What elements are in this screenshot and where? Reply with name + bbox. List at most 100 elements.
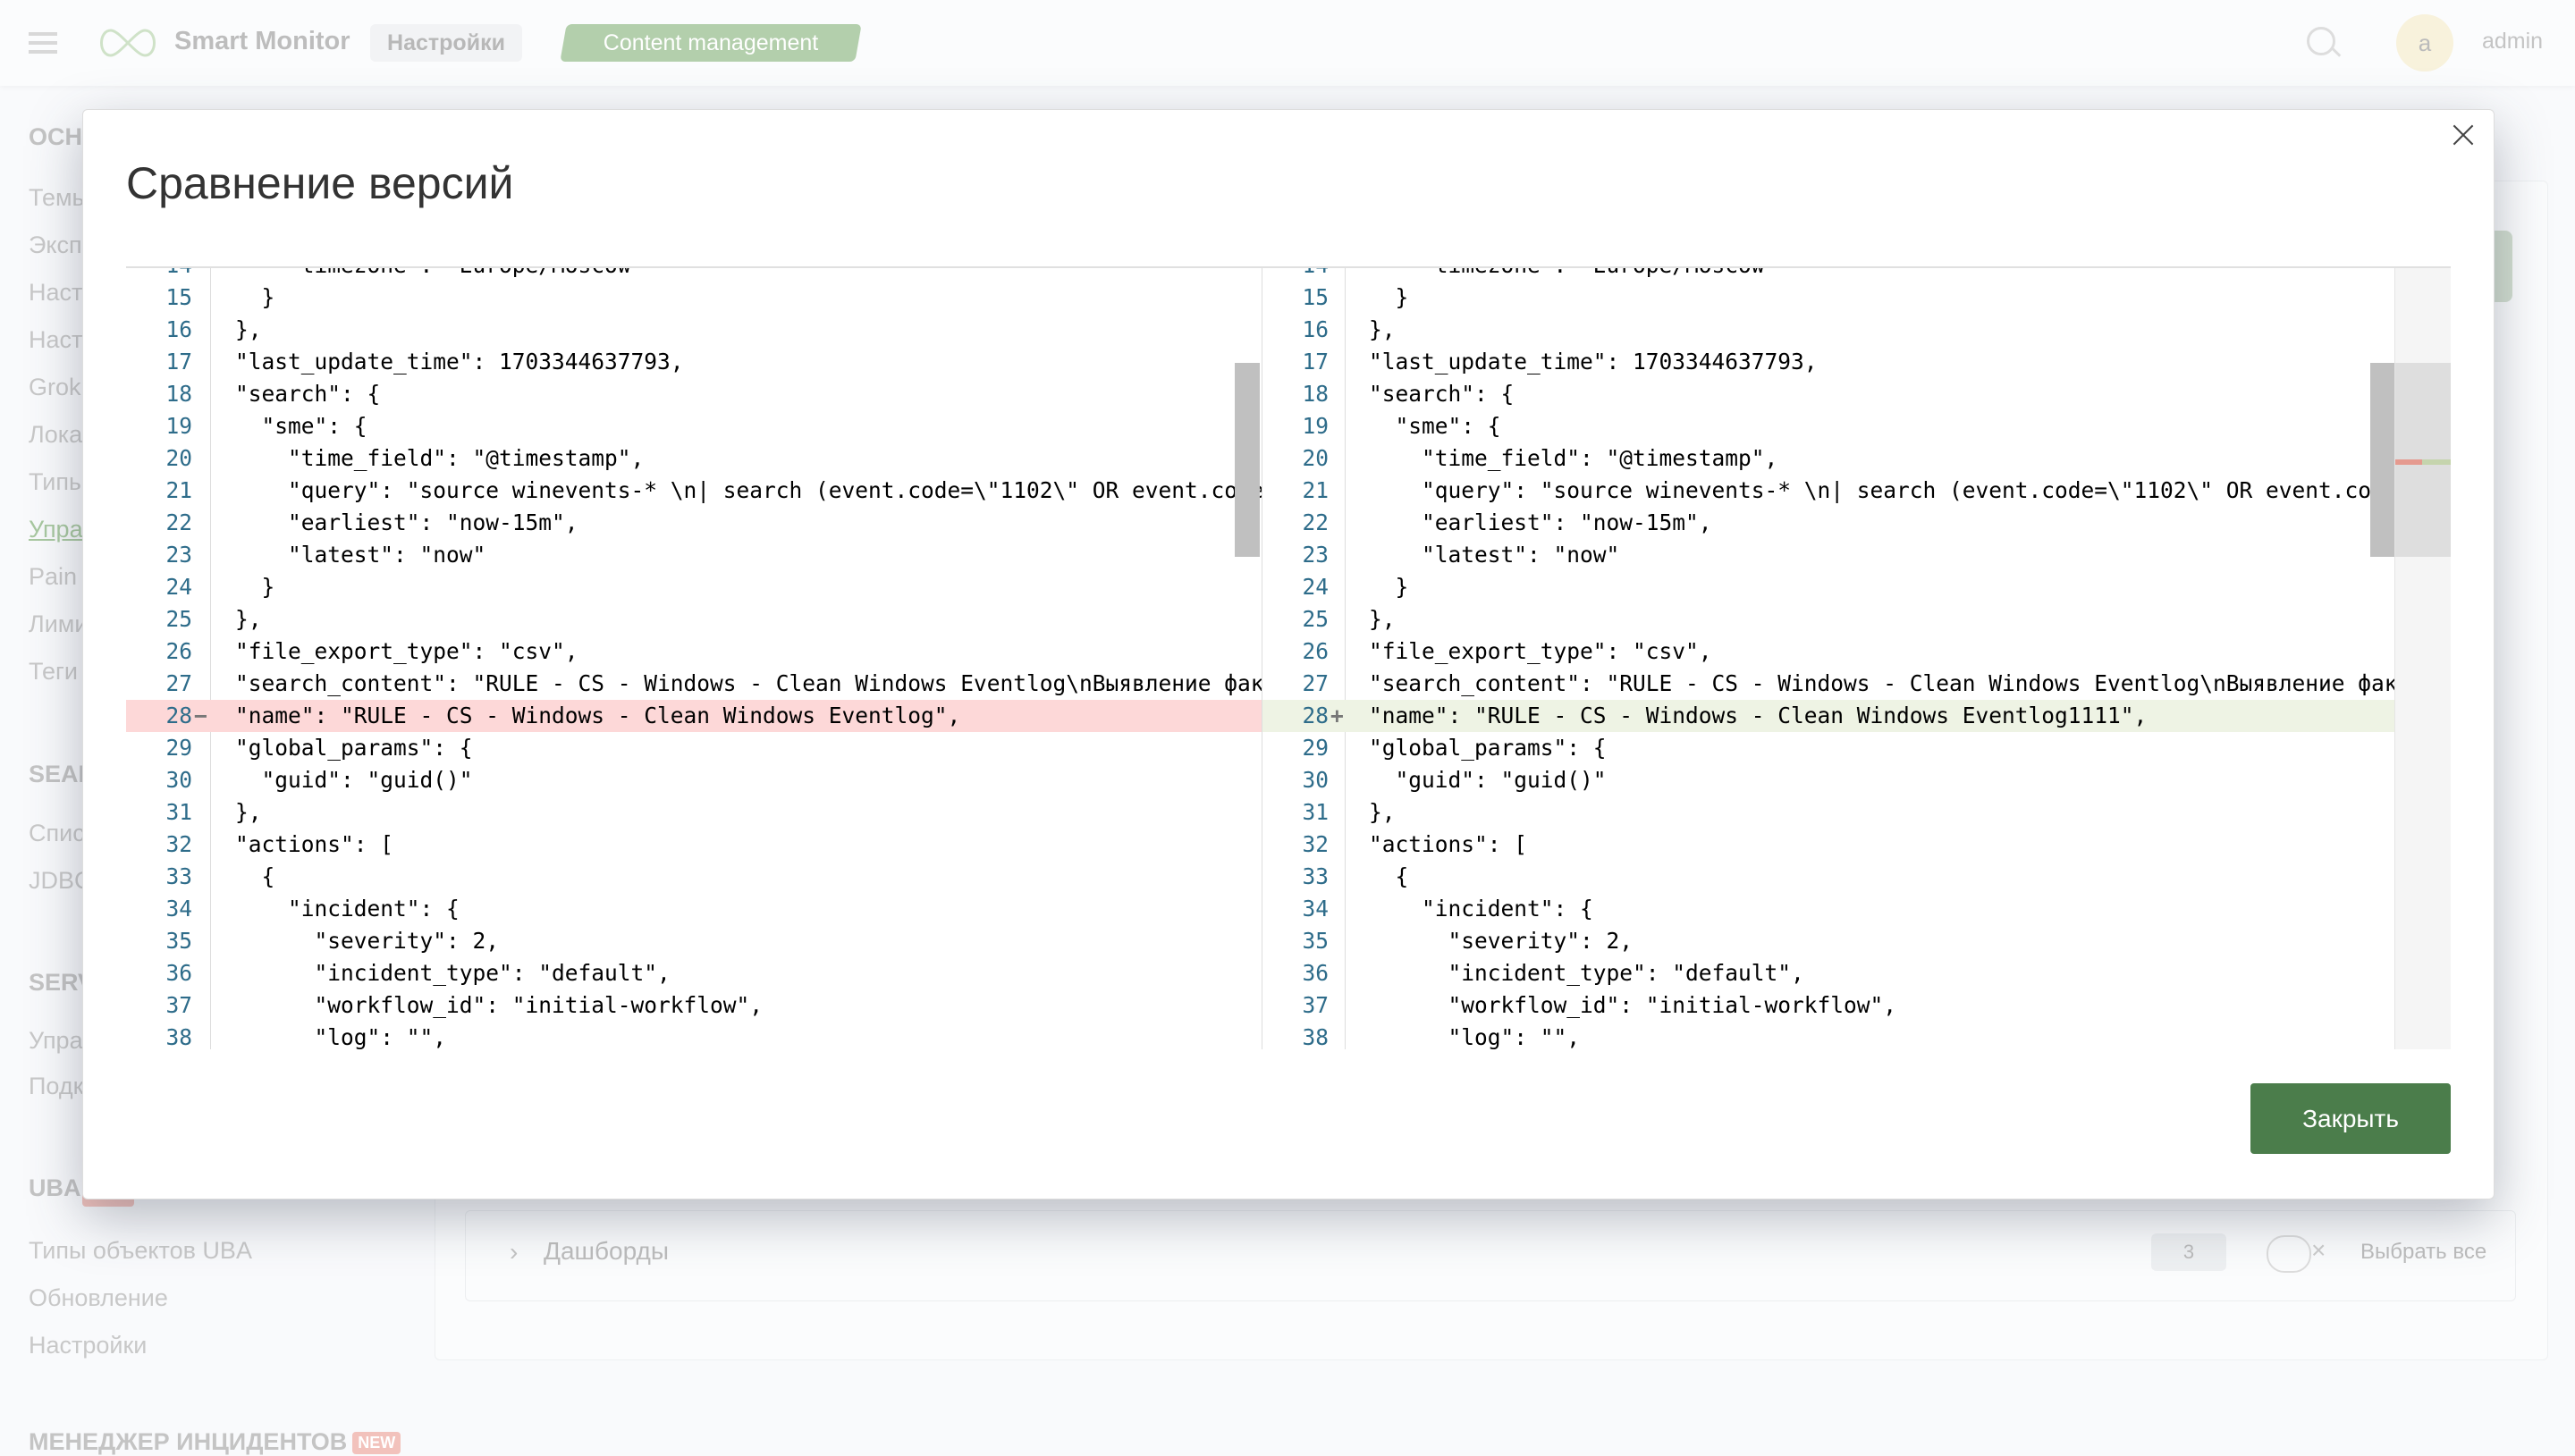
code-line[interactable]: 22 "earliest": "now-15m", — [1262, 507, 2395, 539]
search-icon[interactable] — [2307, 27, 2335, 55]
code-line[interactable]: 33 { — [1262, 861, 2395, 893]
code-line[interactable]: 16}, — [126, 314, 1262, 346]
sidebar-label: Теги — [29, 658, 78, 685]
sidebar-item[interactable]: Наст — [29, 326, 82, 354]
code-line[interactable]: 32 "actions": [ — [126, 829, 1262, 861]
code-line[interactable]: 25}, — [126, 603, 1262, 635]
code-line[interactable]: 26 "file_export_type": "csv", — [1262, 635, 2395, 668]
code-line[interactable]: 34 "incident": { — [1262, 893, 2395, 925]
code-line[interactable]: 25}, — [1262, 603, 2395, 635]
sidebar-item[interactable]: Эксп — [29, 231, 82, 259]
code-line[interactable]: 35 "severity": 2, — [1262, 925, 2395, 957]
code-line[interactable]: 14 "timezone": "Europe/Moscow" — [126, 268, 1262, 282]
sidebar-item[interactable]: Pain — [29, 563, 77, 591]
code-line[interactable]: 31}, — [126, 796, 1262, 829]
code-line[interactable]: 15 } — [126, 282, 1262, 314]
sidebar-item[interactable]: Обновление — [29, 1284, 168, 1312]
code-line[interactable]: 36 "incident_type": "default", — [1262, 957, 2395, 989]
tab-settings[interactable]: Настройки — [370, 24, 522, 62]
code-text: "actions": [ — [235, 831, 394, 857]
code-text: "time_field": "@timestamp", — [235, 445, 645, 471]
dashboards-label: Дашборды — [544, 1237, 669, 1265]
code-line[interactable]: 15 } — [1262, 282, 2395, 314]
sidebar-item[interactable]: Grok — [29, 374, 81, 401]
code-text: "global_params": { — [235, 735, 473, 761]
code-line[interactable]: 38 "log": "", — [126, 1022, 1262, 1049]
code-line[interactable]: 36 "incident_type": "default", — [126, 957, 1262, 989]
line-number: 29 — [1302, 735, 1329, 761]
sidebar-item[interactable]: Подк — [29, 1073, 83, 1100]
code-line[interactable]: 21 "query": "source winevents-* \n| sear… — [1262, 475, 2395, 507]
user-name[interactable]: admin — [2482, 29, 2543, 55]
select-all-label[interactable]: Выбрать все — [2360, 1240, 2486, 1265]
line-number: 17 — [1302, 349, 1329, 375]
code-line[interactable]: 21 "query": "source winevents-* \n| sear… — [126, 475, 1262, 507]
sidebar-item[interactable]: Типы — [29, 468, 86, 496]
code-line[interactable]: 17 "last_update_time": 1703344637793, — [1262, 346, 2395, 378]
line-number: 22 — [1302, 509, 1329, 535]
sidebar-item[interactable]: Наст — [29, 279, 82, 307]
code-line[interactable]: 29 "global_params": { — [126, 732, 1262, 764]
code-line[interactable]: 18 "search": { — [126, 378, 1262, 410]
code-line[interactable]: 20 "time_field": "@timestamp", — [1262, 442, 2395, 475]
code-line[interactable]: 35 "severity": 2, — [126, 925, 1262, 957]
tab-content-management[interactable]: Content management — [560, 24, 862, 62]
close-button[interactable]: Закрыть — [2250, 1083, 2451, 1154]
code-line[interactable]: 23 "latest": "now" — [126, 539, 1262, 571]
code-line[interactable]: 23 "latest": "now" — [1262, 539, 2395, 571]
left-scrollbar[interactable] — [1235, 363, 1260, 557]
code-line[interactable]: 34 "incident": { — [126, 893, 1262, 925]
sidebar-label: Grok — [29, 374, 81, 400]
sidebar-item[interactable]: Лими — [29, 610, 88, 638]
deleted-line[interactable]: 28− "name": "RULE - CS - Windows - Clean … — [126, 700, 1262, 732]
sidebar-item[interactable]: Типы объектов UBA — [29, 1237, 252, 1265]
select-all-toggle[interactable] — [2267, 1235, 2311, 1273]
code-line[interactable]: 24 } — [126, 571, 1262, 603]
code-line[interactable]: 19 "sme": { — [126, 410, 1262, 442]
diff-editor: 14 "timezone": "Europe/Moscow"15 }16},17… — [126, 266, 2451, 1049]
code-line[interactable]: 20 "time_field": "@timestamp", — [126, 442, 1262, 475]
code-line[interactable]: 17 "last_update_time": 1703344637793, — [126, 346, 1262, 378]
code-line[interactable]: 30 "guid": "guid()" — [126, 764, 1262, 796]
sidebar-item[interactable]: Лока — [29, 421, 82, 449]
code-line[interactable]: 31}, — [1262, 796, 2395, 829]
code-line[interactable]: 33 { — [126, 861, 1262, 893]
sidebar-item[interactable]: Теги — [29, 658, 78, 686]
menu-icon[interactable] — [29, 32, 57, 54]
sidebar-item[interactable]: Упра — [29, 516, 83, 543]
code-line[interactable]: 27 "search_content": "RULE - CS - Windows… — [1262, 668, 2395, 700]
code-line[interactable]: 26 "file_export_type": "csv", — [126, 635, 1262, 668]
inserted-line[interactable]: 28 + "name": "RULE - CS - Windows - Clean … — [1262, 700, 2395, 732]
overview-ruler[interactable] — [2394, 268, 2451, 1049]
code-line[interactable]: 19 "sme": { — [1262, 410, 2395, 442]
right-scrollbar[interactable] — [2370, 363, 2395, 557]
code-line[interactable]: 32 "actions": [ — [1262, 829, 2395, 861]
code-line[interactable]: 18 "search": { — [1262, 378, 2395, 410]
code-line[interactable]: 24 } — [1262, 571, 2395, 603]
code-line[interactable]: 37 "workflow_id": "initial-workflow", — [1262, 989, 2395, 1022]
sidebar-label: Обновление — [29, 1284, 168, 1311]
sidebar-item[interactable]: Настройки — [29, 1332, 147, 1359]
code-line[interactable]: 29 "global_params": { — [1262, 732, 2395, 764]
code-text: "earliest": "now-15m", — [235, 509, 578, 535]
code-line[interactable]: 30 "guid": "guid()" — [1262, 764, 2395, 796]
code-line[interactable]: 16}, — [1262, 314, 2395, 346]
code-text: } — [235, 574, 275, 600]
code-text: "incident": { — [1369, 896, 1593, 922]
code-line[interactable]: 38 "log": "", — [1262, 1022, 2395, 1049]
code-line[interactable]: 37 "workflow_id": "initial-workflow", — [126, 989, 1262, 1022]
sidebar-item[interactable]: Спис — [29, 820, 85, 847]
line-number: 30 — [165, 767, 192, 793]
code-text: }, — [1369, 799, 1396, 825]
code-line[interactable]: 27 "search_content": "RULE - CS - Windows… — [126, 668, 1262, 700]
avatar[interactable]: a — [2396, 14, 2453, 72]
code-line[interactable]: 14 "timezone": "Europe/Moscow" — [1262, 268, 2395, 282]
code-line[interactable]: 22 "earliest": "now-15m", — [126, 507, 1262, 539]
sidebar-label: Спис — [29, 820, 85, 846]
modified-pane[interactable]: 14 "timezone": "Europe/Moscow"15 }16},17… — [1262, 268, 2395, 1049]
chevron-right-icon[interactable]: › — [510, 1238, 518, 1267]
original-pane[interactable]: 14 "timezone": "Europe/Moscow"15 }16},17… — [126, 268, 1262, 1049]
sidebar-item[interactable]: Упра — [29, 1027, 83, 1055]
sidebar-item[interactable]: Темы — [29, 184, 89, 212]
close-icon[interactable] — [2450, 122, 2477, 148]
